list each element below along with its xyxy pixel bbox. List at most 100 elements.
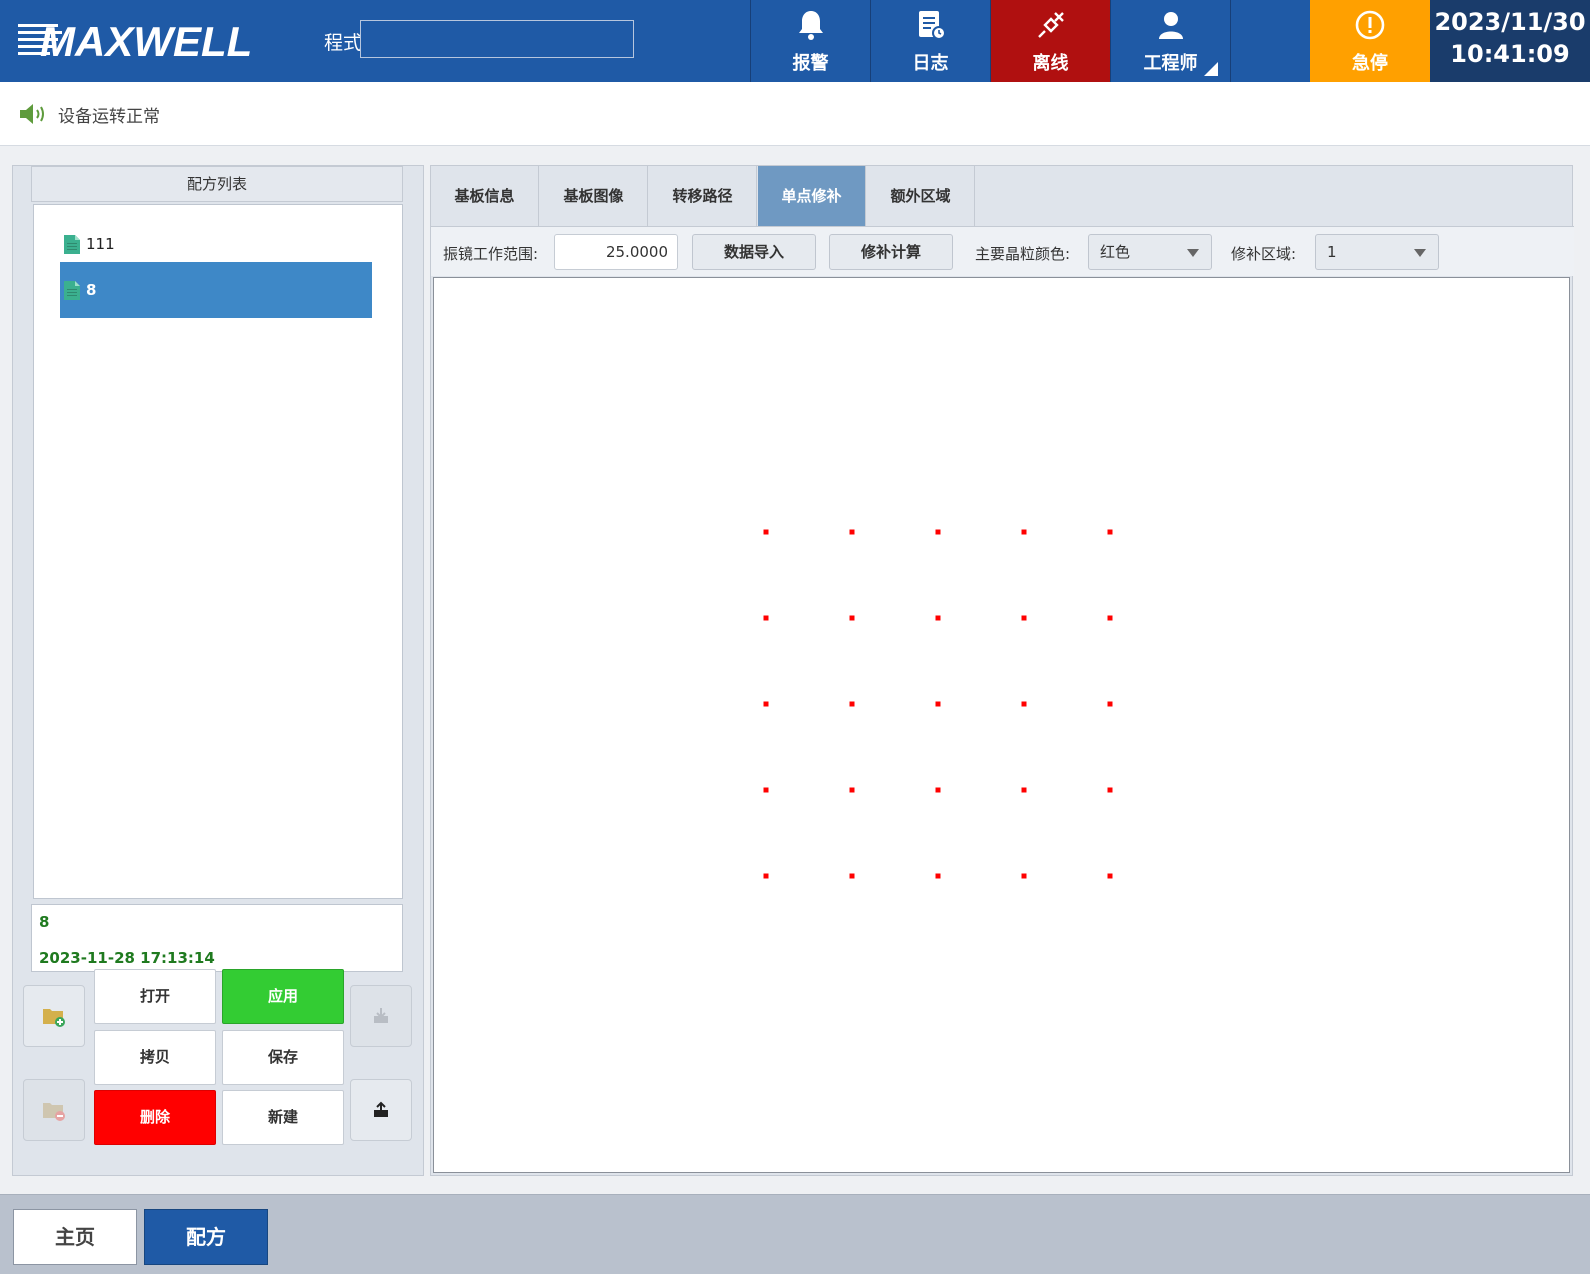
- import-recipe-button[interactable]: [350, 985, 412, 1047]
- maxwell-logo: MAXWELL: [18, 18, 252, 60]
- home-nav-button[interactable]: 主页: [13, 1209, 137, 1265]
- offline-label: 离线: [1032, 53, 1069, 74]
- repair-point[interactable]: [1021, 701, 1027, 707]
- program-label: 程式: [324, 32, 363, 54]
- region-value: 1: [1327, 243, 1337, 261]
- repair-point-grid: [763, 529, 1113, 879]
- export-recipe-button[interactable]: [350, 1079, 412, 1141]
- dropdown-corner-icon: [1204, 62, 1218, 76]
- save-button[interactable]: 保存: [222, 1030, 344, 1085]
- recipe-info-timestamp: 2023-11-28 17:13:14: [39, 949, 215, 967]
- data-import-button[interactable]: 数据导入: [692, 234, 816, 270]
- grain-color-value: 红色: [1100, 243, 1131, 261]
- chevron-down-icon: [1414, 249, 1426, 257]
- repair-point[interactable]: [1021, 529, 1027, 535]
- repair-canvas[interactable]: [433, 277, 1570, 1173]
- plug-icon: [991, 8, 1110, 42]
- recipe-panel: 配方列表 111 8 8 2023-11-28 17:13:14 打开 应用 拷…: [12, 165, 424, 1176]
- warning-icon: [1310, 8, 1430, 42]
- add-folder-button[interactable]: [23, 985, 85, 1047]
- tab-extra-area[interactable]: 额外区域: [867, 166, 975, 226]
- repair-point[interactable]: [849, 787, 855, 793]
- remove-folder-button[interactable]: [23, 1079, 85, 1141]
- repair-point[interactable]: [935, 787, 941, 793]
- repair-point[interactable]: [1107, 787, 1113, 793]
- recipe-info-name: 8: [39, 913, 50, 931]
- bottom-nav: 主页 配方: [0, 1194, 1590, 1274]
- repair-point[interactable]: [849, 615, 855, 621]
- clock-date: 2023/11/30: [1434, 8, 1586, 36]
- clock-time: 10:41:09: [1450, 40, 1570, 68]
- repair-point[interactable]: [763, 873, 769, 879]
- repair-point[interactable]: [849, 701, 855, 707]
- alarm-label: 报警: [792, 53, 829, 74]
- import-icon: [374, 1008, 388, 1023]
- svg-text:MAXWELL: MAXWELL: [40, 18, 252, 60]
- alarm-button[interactable]: 报警: [750, 0, 870, 82]
- copy-button[interactable]: 拷贝: [94, 1030, 216, 1085]
- emergency-stop-button[interactable]: 急停: [1310, 0, 1430, 82]
- open-button[interactable]: 打开: [94, 969, 216, 1024]
- region-select[interactable]: 1: [1315, 234, 1439, 270]
- export-icon: [374, 1101, 388, 1117]
- status-text: 设备运转正常: [58, 107, 160, 127]
- folder-remove-icon: [43, 1103, 65, 1121]
- recipe-item-selected[interactable]: 8: [60, 262, 372, 318]
- file-icon: [64, 234, 80, 254]
- recipe-item-label: 8: [86, 281, 97, 299]
- repair-point[interactable]: [849, 873, 855, 879]
- grain-color-label: 主要晶粒颜色:: [975, 245, 1071, 263]
- tab-transfer-path[interactable]: 转移路径: [649, 166, 757, 226]
- recipe-item-label: 111: [86, 235, 115, 253]
- clock: 2023/11/30 10:41:09: [1430, 0, 1590, 82]
- repair-point[interactable]: [935, 873, 941, 879]
- recipe-list-title: 配方列表: [31, 166, 403, 202]
- offline-button[interactable]: 离线: [990, 0, 1110, 82]
- user-icon: [1111, 8, 1230, 42]
- recipe-nav-button[interactable]: 配方: [144, 1209, 268, 1265]
- emergency-stop-label: 急停: [1352, 53, 1388, 74]
- log-icon: [871, 8, 990, 42]
- delete-button[interactable]: 删除: [94, 1090, 216, 1145]
- apply-button[interactable]: 应用: [222, 969, 344, 1024]
- repair-toolbar: 振镜工作范围: 25.0000 数据导入 修补计算 主要晶粒颜色: 红色 修补区…: [431, 226, 1574, 276]
- recipe-info: 8 2023-11-28 17:13:14: [31, 904, 403, 972]
- repair-calc-button[interactable]: 修补计算: [829, 234, 953, 270]
- range-input[interactable]: 25.0000: [554, 234, 678, 270]
- repair-point[interactable]: [763, 529, 769, 535]
- log-button[interactable]: 日志: [870, 0, 990, 82]
- repair-point[interactable]: [763, 701, 769, 707]
- main-panel: 基板信息 基板图像 转移路径 单点修补 额外区域 振镜工作范围: 25.0000…: [430, 165, 1574, 1176]
- bell-icon: [751, 8, 870, 42]
- repair-point[interactable]: [1107, 701, 1113, 707]
- repair-point[interactable]: [935, 701, 941, 707]
- log-label: 日志: [912, 53, 949, 74]
- repair-point[interactable]: [1107, 615, 1113, 621]
- range-label: 振镜工作范围:: [443, 245, 539, 263]
- engineer-button[interactable]: 工程师: [1110, 0, 1230, 82]
- repair-point[interactable]: [1107, 873, 1113, 879]
- program-input[interactable]: [360, 20, 634, 58]
- repair-point[interactable]: [935, 529, 941, 535]
- repair-point[interactable]: [935, 615, 941, 621]
- repair-point[interactable]: [849, 529, 855, 535]
- region-label: 修补区域:: [1231, 245, 1297, 263]
- tab-substrate-image[interactable]: 基板图像: [540, 166, 648, 226]
- recipe-list[interactable]: 111 8: [33, 204, 403, 899]
- repair-point[interactable]: [1107, 529, 1113, 535]
- status-bar: 设备运转正常: [0, 82, 1590, 146]
- tab-single-point-repair[interactable]: 单点修补: [758, 166, 866, 226]
- folder-add-icon: [43, 1009, 65, 1027]
- chevron-down-icon: [1187, 249, 1199, 257]
- speaker-icon: [20, 104, 44, 124]
- repair-point[interactable]: [763, 615, 769, 621]
- file-icon: [64, 280, 80, 300]
- repair-point[interactable]: [1021, 787, 1027, 793]
- top-bar: MAXWELL 程式 报警 日志 离线 工程师 急停 2023/11/30 10…: [0, 0, 1590, 82]
- repair-point[interactable]: [1021, 615, 1027, 621]
- repair-point[interactable]: [763, 787, 769, 793]
- grain-color-select[interactable]: 红色: [1088, 234, 1212, 270]
- new-button[interactable]: 新建: [222, 1090, 344, 1145]
- repair-point[interactable]: [1021, 873, 1027, 879]
- tab-substrate-info[interactable]: 基板信息: [431, 166, 539, 226]
